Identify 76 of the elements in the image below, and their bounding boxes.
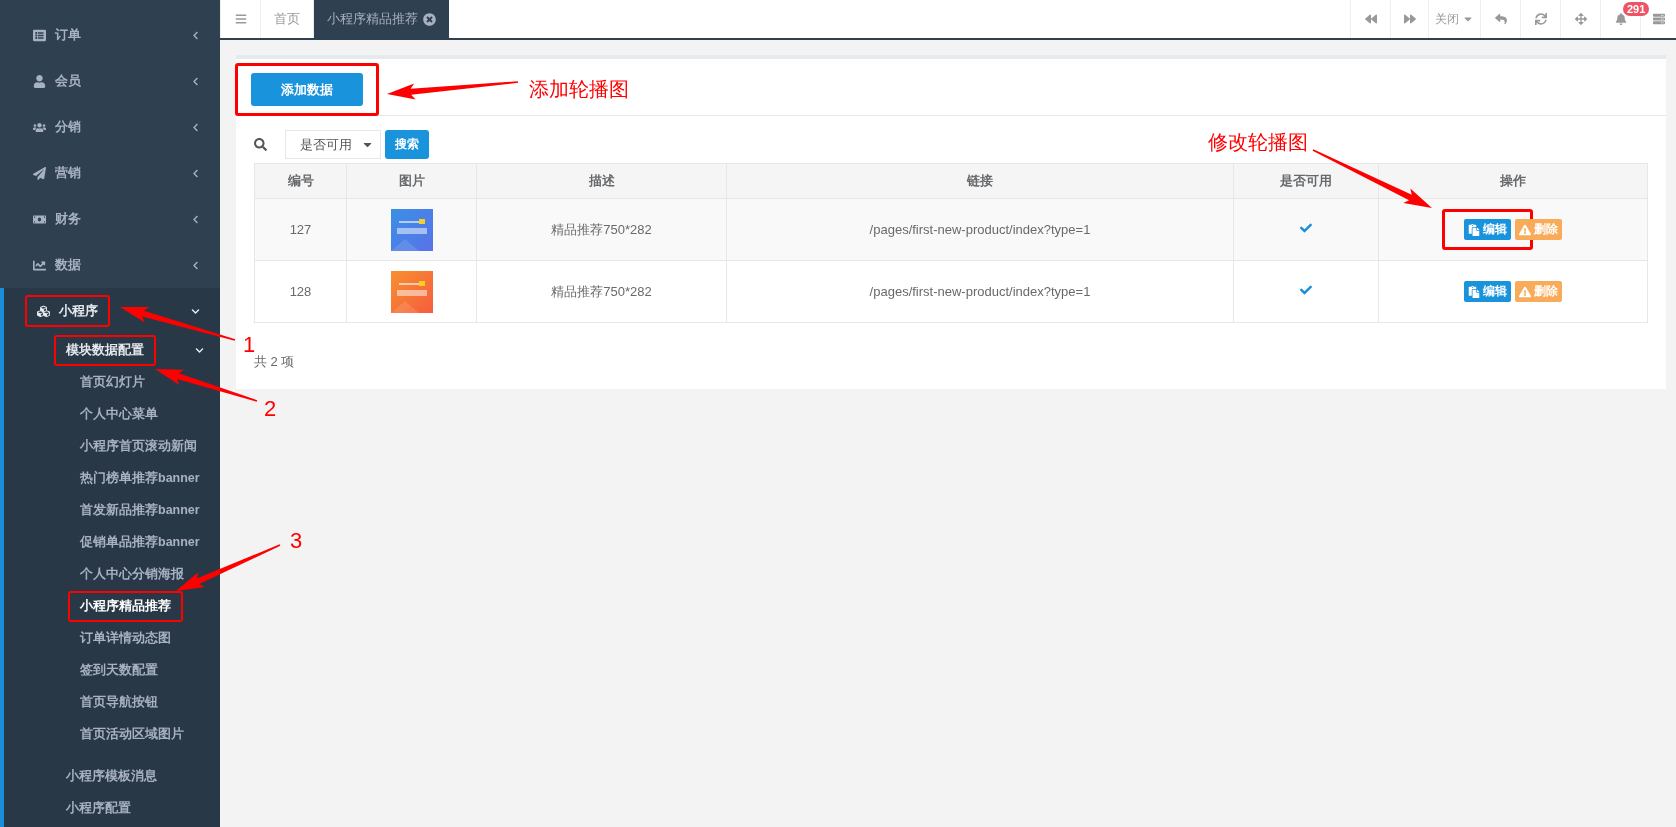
table-cell: /pages/first-new-product/index?type=1: [726, 198, 1234, 261]
list-icon: [33, 28, 46, 42]
warning-icon: [1519, 223, 1531, 236]
column-header: 编号: [254, 163, 347, 199]
sidebar-item[interactable]: 签到天数配置: [4, 654, 220, 686]
sidebar-item[interactable]: 财务: [0, 196, 220, 242]
users-icon: [33, 120, 46, 134]
close-icon[interactable]: [423, 12, 436, 26]
sidebar-item[interactable]: 分销: [0, 104, 220, 150]
sidebar-item[interactable]: 订单: [0, 12, 220, 58]
sidebar-item[interactable]: 模块数据配置: [4, 334, 220, 366]
cubes-icon: [37, 304, 50, 318]
sidebar-item[interactable]: 小程序首页滚动新闻: [4, 430, 220, 462]
chevron-left-icon: [191, 260, 200, 270]
chevron-left-icon: [191, 168, 200, 178]
fast-forward-icon: [1403, 13, 1416, 25]
chevron-left-icon: [191, 30, 200, 40]
status-select[interactable]: 是否可用: [285, 130, 381, 159]
column-header: 操作: [1378, 163, 1648, 199]
column-header: 图片: [346, 163, 477, 199]
sidebar-item[interactable]: 首页幻灯片: [4, 366, 220, 398]
annotation-label: 修改轮播图: [1208, 132, 1308, 152]
record-count: 共 2 项: [254, 353, 296, 371]
chevron-left-icon: [191, 76, 200, 86]
table-cell: 精品推荐750*282: [476, 260, 727, 323]
annotation-label: 3: [290, 530, 303, 552]
add-data-button[interactable]: 添加数据: [251, 73, 363, 106]
search-icon: [254, 138, 267, 151]
table-cell: 127: [254, 198, 347, 261]
bell-icon: [1614, 13, 1627, 25]
notification-badge: 291: [1623, 2, 1650, 16]
edit-button[interactable]: 编辑: [1464, 219, 1511, 240]
sidebar-item[interactable]: 个人中心菜单: [4, 398, 220, 430]
sidebar-item[interactable]: 首页导航按钮: [4, 686, 220, 718]
sidebar-item[interactable]: 会员: [0, 58, 220, 104]
chevron-left-icon: [191, 214, 200, 224]
sidebar-item[interactable]: 营销: [0, 150, 220, 196]
sidebar-item[interactable]: 热门榜单推荐banner: [4, 462, 220, 494]
table-cell: 128: [254, 260, 347, 323]
server-icon: [1652, 13, 1665, 25]
paste-icon: [1468, 285, 1480, 298]
move-icon: [1574, 13, 1587, 25]
sidebar-item[interactable]: 首发新品推荐banner: [4, 494, 220, 526]
refresh-icon: [1534, 13, 1547, 25]
tab[interactable]: 小程序精品推荐: [313, 0, 449, 38]
sidebar-item[interactable]: 首页活动区域图片: [4, 718, 220, 750]
close-menu-button[interactable]: 关闭: [1428, 0, 1480, 38]
sidebar-item[interactable]: 订单详情动态图: [4, 622, 220, 654]
column-header: 是否可用: [1233, 163, 1379, 199]
warning-icon: [1519, 285, 1531, 298]
paper-plane-icon: [33, 166, 46, 180]
edit-button[interactable]: 编辑: [1464, 281, 1511, 302]
sidebar-item[interactable]: 小程序精品推荐: [4, 590, 220, 622]
chevron-down-icon: [195, 345, 204, 355]
annotation-label: 1: [243, 334, 256, 356]
annotation-label: 添加轮播图: [529, 79, 629, 99]
table-cell: 精品推荐750*282: [476, 198, 727, 261]
line-chart-icon: [33, 258, 46, 272]
sidebar-item[interactable]: 个人中心分销海报: [4, 558, 220, 590]
chevron-left-icon: [191, 122, 200, 132]
menu-icon: [234, 13, 247, 25]
sidebar-item[interactable]: 小程序模板消息: [4, 760, 220, 792]
search-button[interactable]: 搜索: [385, 130, 429, 159]
sidebar-item[interactable]: 促销单品推荐banner: [4, 526, 220, 558]
reply-icon: [1494, 13, 1507, 25]
user-icon: [33, 74, 46, 88]
paste-icon: [1468, 223, 1480, 236]
column-header: 描述: [476, 163, 727, 199]
sidebar-item[interactable]: 小程序: [4, 288, 220, 334]
sidebar-item[interactable]: 小程序配置: [4, 792, 220, 824]
annotation-label: 2: [264, 398, 277, 420]
rewind-icon: [1364, 13, 1377, 25]
sidebar-item[interactable]: 数据: [0, 242, 220, 288]
column-header: 链接: [726, 163, 1234, 199]
chevron-down-icon: [191, 306, 200, 316]
table-cell: /pages/first-new-product/index?type=1: [726, 260, 1234, 323]
